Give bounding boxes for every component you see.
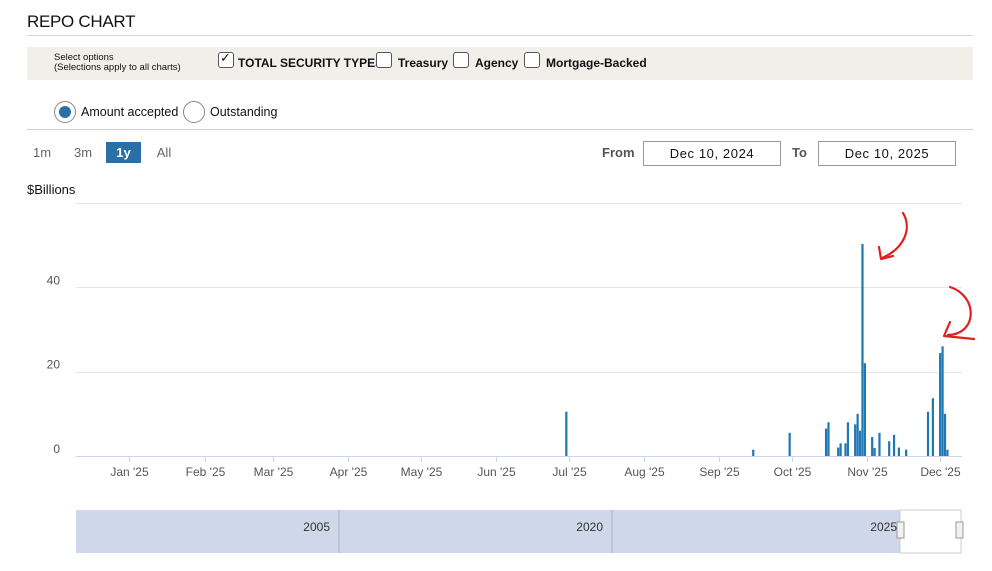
navigator-unselected-range: [899, 509, 962, 554]
bar: [858, 430, 862, 456]
bar: [905, 449, 908, 456]
bar: [892, 434, 896, 456]
bar: [844, 443, 847, 456]
navigator-left-handle[interactable]: [896, 521, 905, 539]
annotation-arrow: [946, 285, 972, 337]
y-tick-label: 0: [53, 442, 60, 456]
annotation-arrow: [880, 211, 908, 260]
bar: [946, 449, 949, 456]
repo-chart: 0 20 40 Jan '25 Feb '25 Mar '25 Apr '25 May '2…: [47, 203, 976, 554]
x-tick-label: Apr '25: [330, 465, 368, 479]
y-axis-ticks: 0 20 40: [47, 273, 61, 456]
bar: [873, 447, 876, 456]
x-tick-label: Aug '25: [624, 465, 665, 479]
bar: [926, 411, 930, 456]
x-axis-ticks: Jan '25 Feb '25 Mar '25 Apr '25 May '25 Jun '…: [110, 456, 961, 479]
navigator[interactable]: 2005 2020 2025: [76, 509, 964, 554]
bar: [837, 447, 840, 456]
bar: [897, 447, 900, 456]
x-tick-label: Jan '25: [110, 465, 149, 479]
gridlines: [76, 203, 962, 373]
y-tick-label: 40: [47, 273, 61, 287]
x-tick-label: May '25: [401, 465, 443, 479]
bar: [878, 432, 881, 456]
navigator-label: 2005: [303, 520, 330, 534]
x-tick-label: Oct '25: [774, 465, 812, 479]
bar: [871, 437, 874, 456]
bar: [839, 443, 842, 456]
bar: [856, 413, 859, 456]
x-tick-label: Nov '25: [847, 465, 888, 479]
bar: [939, 353, 942, 456]
bar: [943, 413, 947, 456]
bar: [824, 428, 828, 456]
bar: [788, 432, 791, 456]
navigator-selected-range[interactable]: [76, 510, 900, 553]
x-tick-label: Feb '25: [186, 465, 226, 479]
bar: [931, 398, 934, 456]
x-tick-label: Dec '25: [920, 465, 961, 479]
bar: [863, 363, 867, 456]
x-tick-label: Jul '25: [552, 465, 587, 479]
bars: [565, 243, 949, 456]
bar: [752, 449, 755, 456]
navigator-label: 2020: [576, 520, 603, 534]
annotation-arrows: [877, 211, 976, 341]
bar: [861, 243, 864, 456]
navigator-label: 2025: [870, 520, 897, 534]
y-tick-label: 20: [47, 358, 61, 372]
bar: [846, 422, 850, 456]
bar: [565, 411, 568, 456]
bar: [888, 441, 891, 456]
navigator-right-handle[interactable]: [955, 521, 964, 539]
x-tick-label: Sep '25: [699, 465, 740, 479]
bar: [827, 422, 830, 456]
annotation-arrowhead: [942, 320, 976, 341]
x-tick-label: Jun '25: [477, 465, 516, 479]
bar: [854, 424, 857, 456]
bar: [941, 346, 944, 456]
x-tick-label: Mar '25: [254, 465, 294, 479]
